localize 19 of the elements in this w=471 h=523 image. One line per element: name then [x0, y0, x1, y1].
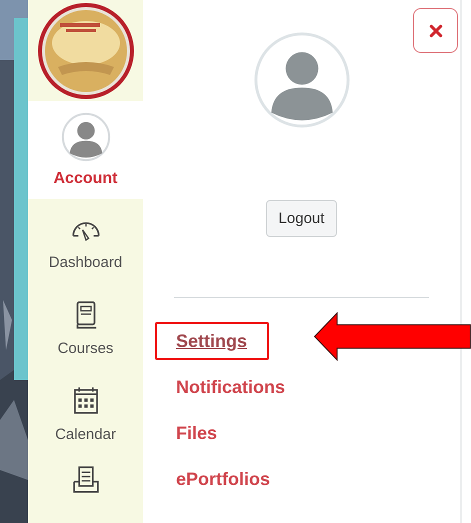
menu-link[interactable]: Files [155, 414, 240, 452]
arrow-icon [313, 312, 471, 361]
logo-icon[interactable] [36, 0, 136, 100]
menu-link[interactable]: ePortfolios [155, 460, 292, 498]
close-icon [428, 24, 442, 38]
sidebar-label: Dashboard [48, 254, 122, 272]
sidebar-item[interactable]: Calendar [28, 371, 143, 457]
avatar-icon [60, 112, 110, 162]
sidebar-label: Courses [58, 340, 114, 358]
avatar-icon [254, 32, 350, 128]
sidebar-label: Account [54, 170, 118, 188]
close-button[interactable] [413, 8, 458, 53]
sidebar-label: Calendar [55, 426, 116, 444]
menu-link[interactable]: Notifications [155, 368, 308, 406]
sidebar-item[interactable]: Account [28, 101, 143, 199]
sidebar-item[interactable]: Dashboard [28, 199, 143, 285]
menu-link[interactable]: Settings [155, 322, 270, 360]
sidebar-item[interactable]: Courses [28, 285, 143, 371]
logout-button[interactable]: Logout [266, 200, 338, 237]
